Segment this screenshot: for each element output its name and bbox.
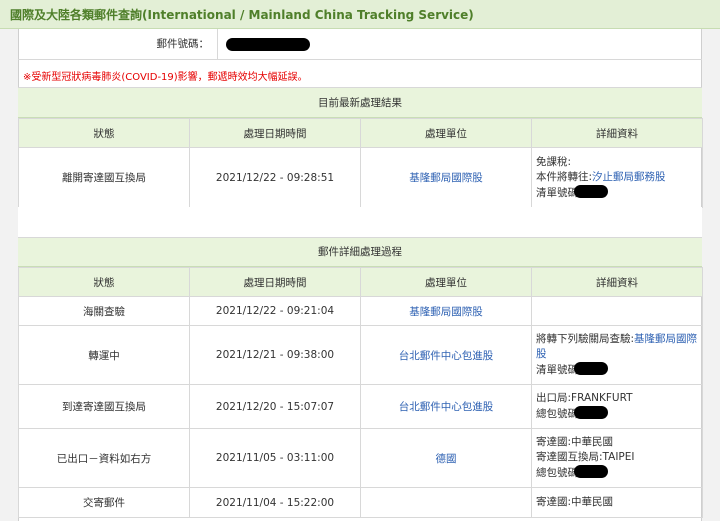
history-table: 狀態 處理日期時間 處理單位 詳細資料 海關查驗 2021/12/22 - 09… <box>18 267 703 518</box>
col-detail: 詳細資料 <box>531 118 703 148</box>
col-unit: 處理單位 <box>360 118 532 148</box>
datetime-cell: 2021/12/20 - 15:07:07 <box>189 384 361 429</box>
col-status: 狀態 <box>18 118 190 148</box>
detail-line: 寄達國:中華民國 <box>536 436 614 448</box>
datetime-cell: 2021/11/05 - 03:11:00 <box>189 428 361 488</box>
detail-line: 清單號碼 <box>536 362 698 378</box>
redacted-list-number <box>574 362 608 375</box>
col-status: 狀態 <box>18 267 190 297</box>
table-row: 已出口－資料如右方 2021/11/05 - 03:11:00 德國 寄達國:中… <box>18 428 703 488</box>
status-cell: 到達寄達國互換局 <box>18 384 190 429</box>
history-table-wrap: 狀態 處理日期時間 處理單位 詳細資料 海關查驗 2021/12/22 - 09… <box>18 267 703 518</box>
section-gap <box>18 207 702 238</box>
history-section-title: 郵件詳細處理過程 <box>18 238 702 267</box>
datetime-cell: 2021/12/22 - 09:28:51 <box>189 147 361 208</box>
unit-cell[interactable]: 德國 <box>360 428 532 488</box>
detail-line: 出口局:FRANKFURT <box>536 392 633 404</box>
table-row: 海關查驗 2021/12/22 - 09:21:04 基隆郵局國際股 <box>18 296 703 326</box>
status-cell: 離開寄達國互換局 <box>18 147 190 208</box>
right-margin <box>702 29 720 521</box>
detail-cell: 出口局:FRANKFURT 總包號碼 <box>531 384 703 429</box>
unit-cell[interactable]: 基隆郵局國際股 <box>360 147 532 208</box>
unit-link[interactable]: 台北郵件中心包進股 <box>399 401 494 413</box>
status-cell: 轉運中 <box>18 325 190 385</box>
unit-link[interactable]: 台北郵件中心包進股 <box>399 350 494 362</box>
transfer-office-link[interactable]: 汐止郵局郵務股 <box>592 171 666 183</box>
col-detail: 詳細資料 <box>531 267 703 297</box>
unit-cell[interactable]: 台北郵件中心包進股 <box>360 325 532 385</box>
detail-line: 本件將轉往:汐止郵局郵務股 <box>536 170 666 183</box>
latest-section-title: 目前最新處理結果 <box>18 88 702 118</box>
col-unit: 處理單位 <box>360 267 532 297</box>
datetime-cell: 2021/11/04 - 15:22:00 <box>189 487 361 518</box>
unit-cell[interactable]: 基隆郵局國際股 <box>360 296 532 326</box>
datetime-cell: 2021/12/21 - 09:38:00 <box>189 325 361 385</box>
unit-cell <box>360 487 532 518</box>
mail-number-label: 郵件號碼： <box>18 29 218 60</box>
redacted-bag-number <box>574 465 608 478</box>
col-datetime: 處理日期時間 <box>189 267 361 297</box>
status-cell: 已出口－資料如右方 <box>18 428 190 488</box>
status-cell: 交寄郵件 <box>18 487 190 518</box>
unit-link[interactable]: 基隆郵局國際股 <box>409 172 483 184</box>
redacted-mail-number <box>226 38 310 51</box>
detail-line: 清單號碼 <box>536 184 698 201</box>
left-margin <box>0 29 18 521</box>
detail-cell: 寄達國:中華民國 <box>531 487 703 518</box>
detail-cell: 寄達國:中華民國 寄達國互換局:TAIPEI 總包號碼 <box>531 428 703 488</box>
mail-number-row: 郵件號碼： <box>18 29 702 60</box>
detail-cell: 將轉下列驗關局查驗:基隆郵局國際股 清單號碼 <box>531 325 703 385</box>
table-row: 離開寄達國互換局 2021/12/22 - 09:28:51 基隆郵局國際股 免… <box>18 147 703 208</box>
unit-link[interactable]: 基隆郵局國際股 <box>409 306 483 318</box>
col-datetime: 處理日期時間 <box>189 118 361 148</box>
table-row: 轉運中 2021/12/21 - 09:38:00 台北郵件中心包進股 將轉下列… <box>18 325 703 385</box>
unit-link[interactable]: 德國 <box>436 453 457 465</box>
datetime-cell: 2021/12/22 - 09:21:04 <box>189 296 361 326</box>
redacted-bag-number <box>574 406 608 419</box>
covid-notice: ※受新型冠狀病毒肺炎(COVID-19)影響，郵遞時效均大幅延誤。 <box>23 72 308 83</box>
latest-table-wrap: 狀態 處理日期時間 處理單位 詳細資料 離開寄達國互換局 2021/12/22 … <box>18 118 703 208</box>
page-title: 國際及大陸各類郵件查詢(International / Mainland Chi… <box>0 0 720 29</box>
detail-line: 將轉下列驗關局查驗:基隆郵局國際股 <box>536 333 698 360</box>
notice-row: ※受新型冠狀病毒肺炎(COVID-19)影響，郵遞時效均大幅延誤。 <box>18 60 702 88</box>
detail-cell: 免課稅: 本件將轉往:汐止郵局郵務股 清單號碼 <box>531 147 703 208</box>
detail-line: 總包號碼 <box>536 406 698 422</box>
detail-cell <box>531 296 703 326</box>
table-row: 到達寄達國互換局 2021/12/20 - 15:07:07 台北郵件中心包進股… <box>18 384 703 429</box>
detail-line: 寄達國互換局:TAIPEI <box>536 451 635 463</box>
latest-table: 狀態 處理日期時間 處理單位 詳細資料 離開寄達國互換局 2021/12/22 … <box>18 118 703 208</box>
detail-line: 免課稅: <box>536 155 572 168</box>
status-cell: 海關查驗 <box>18 296 190 326</box>
table-row: 交寄郵件 2021/11/04 - 15:22:00 寄達國:中華民國 <box>18 487 703 518</box>
detail-line: 總包號碼 <box>536 465 698 481</box>
unit-cell[interactable]: 台北郵件中心包進股 <box>360 384 532 429</box>
redacted-list-number <box>574 184 608 198</box>
